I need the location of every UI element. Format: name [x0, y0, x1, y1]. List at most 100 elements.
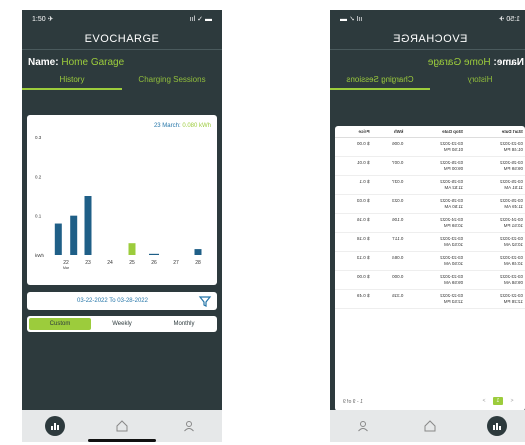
user-icon [358, 421, 369, 432]
table-row: 03-25-2022 11:51 AM 03-25-2022 11:52 AM 0.03… [335, 175, 525, 195]
mirrored-content: 1:50 ✈︎ ııl ✓ ▬ EVOCHARGE Name: Home Gar… [330, 10, 525, 442]
tab-charging-sessions[interactable]: Charging Sessions [122, 72, 222, 90]
station-name-line: Name: Home Garage [22, 50, 222, 72]
chart-bar[interactable] [84, 196, 92, 255]
table-cell: $ 0.00 [335, 137, 372, 157]
status-bar: 1:50 ✈︎ ııl ✓ ▬ [22, 10, 222, 28]
col-kwh[interactable]: kWh [371, 126, 406, 138]
table-cell: 03-23-2022 10:50 AM [405, 251, 466, 271]
x-tick-label: 24 [107, 260, 113, 266]
table-cell: 03-23-2022 10:49 AM [465, 251, 525, 271]
period-selector: Custom Weekly Monthly [27, 316, 217, 332]
table-row: 03-25-2022 09:59 PM 03-25-2022 09:00 PM 0.00… [335, 156, 525, 176]
nav-home[interactable] [111, 415, 133, 437]
table-cell: 0.106 [371, 213, 406, 233]
app-title-2: EVOCHARGE [330, 28, 525, 50]
chart-bar[interactable] [54, 223, 62, 255]
table-cell: 03-24-2022 10:59 PM [405, 213, 466, 233]
x-tick-label: 23 [85, 260, 91, 266]
date-range-bar[interactable]: 03-22-2022 To 03-28-2022 [27, 292, 217, 310]
table-cell: 03-25-2022 09:00 PM [405, 156, 466, 176]
table-cell: 0.084 [371, 251, 406, 271]
table-cell: 03-23-2022 01:48 PM [465, 137, 525, 157]
col-start-date[interactable]: Start Date [465, 126, 525, 138]
y-tick-label: 0.2 [35, 174, 42, 179]
table-cell: 03-22-2022 12:28 PM [465, 289, 525, 309]
tab-charging-sessions-2[interactable]: Charging Sessions [330, 72, 430, 90]
col-stop-date[interactable]: Stop Date [405, 126, 466, 138]
prev-page-button[interactable]: < [507, 397, 517, 405]
table-cell: 03-22-2022 12:53 PM [405, 289, 466, 309]
nav-profile-2[interactable] [352, 415, 374, 437]
nav-stats-2[interactable] [486, 415, 508, 437]
table-cell: $ 0.18 [335, 232, 372, 252]
station-name-line-2: Name: Home Garage [330, 50, 525, 72]
name-label-2: Name: [493, 57, 524, 68]
chart-title: 23 March: 0.080 kWh [154, 123, 211, 129]
table-row: 03-23-2022 10:52 AM 03-23-2022 10:53 AM 0.11… [335, 232, 525, 252]
bottom-nav [22, 410, 222, 442]
table-cell: 0.000 [371, 270, 406, 290]
stats-icon [486, 416, 507, 436]
tab-bar: History Charging Sessions [22, 72, 222, 90]
chart-title-date: 23 March: [153, 123, 181, 129]
y-tick-label: 0.1 [35, 214, 42, 219]
table-cell: 0.037 [371, 175, 406, 195]
station-name: Home Garage [61, 57, 125, 68]
stats-icon [45, 416, 66, 436]
sessions-table-card: Start Date Stop Date kWh Price 03-23-202… [335, 126, 525, 411]
chart-bar[interactable] [128, 243, 136, 255]
chart-bar[interactable] [149, 253, 159, 255]
chart-bar[interactable] [70, 215, 78, 255]
nav-profile[interactable] [178, 415, 200, 437]
table-cell: 0.315 [371, 289, 406, 309]
segment-weekly[interactable]: Weekly [91, 318, 153, 330]
y-tick-label: kWh [35, 253, 44, 258]
next-page-button[interactable]: > [479, 397, 489, 405]
date-range-text: 03-22-2022 To 03-28-2022 [77, 298, 148, 304]
table-cell: 03-23-2022 10:52 AM [465, 232, 525, 252]
table-cell: 03-24-2022 10:51 PM [465, 213, 525, 233]
status-time-2: 1:50 ✈︎ [498, 16, 520, 23]
tab-history-2[interactable]: History [430, 72, 525, 90]
segment-custom[interactable]: Custom [29, 318, 91, 330]
table-cell: 0.023 [371, 194, 406, 214]
table-row: 03-22-2022 12:28 PM 03-22-2022 12:53 PM 0.31… [335, 289, 525, 309]
table-cell: $ 0.1 [335, 175, 372, 195]
page-1-button[interactable]: 1 [493, 397, 503, 405]
filter-icon[interactable] [198, 294, 212, 308]
table-cell: $ 0.01 [335, 156, 372, 176]
chart-bar[interactable] [194, 249, 202, 255]
home-indicator [88, 439, 156, 442]
status-icons-2: ııl ✓ ▬ [340, 16, 363, 23]
user-icon [183, 421, 194, 432]
segment-monthly[interactable]: Monthly [153, 318, 215, 330]
table-row: 03-23-2022 01:48 PM 03-23-2022 01:50 PM 0.00… [335, 137, 525, 157]
status-icons: ııl ✓ ▬ [189, 16, 212, 23]
station-name-2: Home Garage [427, 57, 491, 68]
home-icon [116, 420, 128, 432]
bottom-nav-2 [330, 410, 525, 442]
table-row: 03-25-2022 11:49 AM 03-25-2022 11:50 AM 0.02… [335, 194, 525, 214]
nav-stats[interactable] [44, 415, 66, 437]
name-label: Name: [28, 57, 59, 68]
pagination-info: 1 - 9 of 9 [343, 399, 363, 405]
col-price[interactable]: Price [335, 126, 372, 138]
tab-history[interactable]: History [22, 72, 122, 90]
status-time: 1:50 ✈︎ [32, 16, 54, 23]
x-tick-sublabel: Mar [63, 266, 70, 270]
phone-sessions-view-mirrored: 1:50 ✈︎ ııl ✓ ▬ EVOCHARGE Name: Home Gar… [330, 10, 525, 442]
energy-bar-chart: kWh0.10.20.322Mar23 24 25 26 27 28 [35, 135, 202, 270]
home-icon [424, 420, 436, 432]
table-cell: 03-25-2022 11:52 AM [405, 175, 466, 195]
sessions-table: Start Date Stop Date kWh Price 03-23-202… [335, 126, 525, 309]
table-cell: 0.006 [371, 137, 406, 157]
sessions-table-body: 03-23-2022 01:48 PM 03-23-2022 01:50 PM 0.00… [335, 137, 525, 309]
x-tick-label: 26 [151, 260, 157, 266]
x-tick-label: 28 [195, 260, 201, 266]
table-cell: $ 0.00 [335, 270, 372, 290]
tab-bar-2: History Charging Sessions [330, 72, 525, 90]
nav-home-2[interactable] [419, 415, 441, 437]
phone-history-view: 1:50 ✈︎ ııl ✓ ▬ EVOCHARGE Name: Home Gar… [22, 10, 222, 442]
table-cell: 03-25-2022 11:50 AM [405, 194, 466, 214]
